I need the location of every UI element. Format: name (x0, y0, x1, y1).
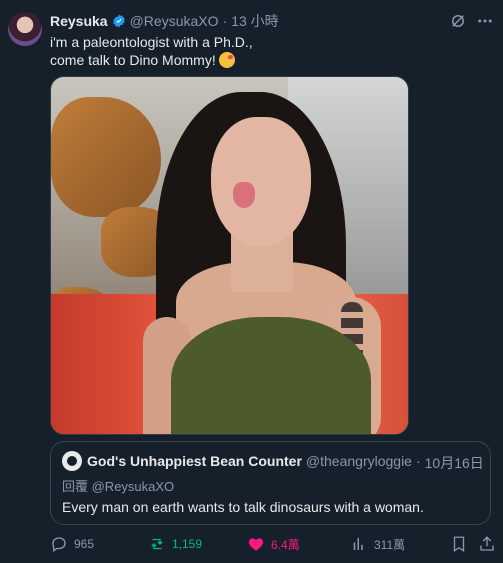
action-bar: 965 1,159 6.4萬 311萬 (50, 535, 495, 555)
quoted-handle[interactable]: @theangryloggie (306, 453, 412, 473)
bookmark-icon (453, 536, 465, 553)
quoted-tweet[interactable]: God's Unhappiest Bean Counter @theangryl… (50, 441, 491, 525)
views-count: 311萬 (374, 537, 406, 552)
fossil-skull-1 (51, 97, 161, 217)
handle[interactable]: @ReysukaXO (130, 13, 219, 29)
person-face (211, 117, 311, 247)
tweet-photo[interactable] (50, 76, 409, 435)
analytics-icon (353, 538, 363, 550)
reply-count: 965 (74, 537, 95, 551)
reply-button[interactable]: 965 (50, 535, 94, 553)
like-count: 6.4萬 (271, 537, 300, 552)
tweet: Reysuka @ReysukaXO · 13 小時 i'm a paleont… (0, 0, 503, 563)
person-tongue (233, 182, 255, 208)
quoted-header: God's Unhappiest Bean Counter @theangryl… (87, 453, 484, 473)
quoted-reply-to[interactable]: 回覆 @ReysukaXO (62, 476, 174, 495)
separator: · (222, 13, 228, 29)
quoted-separator: · (415, 453, 421, 469)
timestamp[interactable]: 13 小時 (231, 11, 278, 31)
retweet-count: 1,159 (172, 537, 203, 551)
tweet-text-line2-content: come talk to Dino Mommy! (50, 52, 216, 68)
tweet-text-line1: i'm a paleontologist with a Ph.D., (50, 34, 253, 50)
grok-icon[interactable] (449, 12, 467, 30)
quoted-text: Every man on earth wants to talk dinosau… (62, 499, 424, 515)
tweet-text-line2: come talk to Dino Mommy! (50, 51, 470, 69)
views-button[interactable]: 311萬 (350, 535, 405, 553)
quoted-date[interactable]: 10月16日 (425, 453, 484, 473)
more-options-icon[interactable] (475, 12, 495, 30)
kissing-face-emoji-icon (218, 52, 235, 68)
quoted-display-name[interactable]: God's Unhappiest Bean Counter (87, 453, 302, 473)
like-button[interactable]: 6.4萬 (247, 535, 300, 553)
quoted-avatar[interactable] (62, 451, 82, 471)
display-name[interactable]: Reysuka (50, 13, 108, 29)
reply-icon (52, 537, 66, 553)
retweet-icon (151, 538, 163, 550)
share-button[interactable] (478, 535, 496, 553)
avatar[interactable] (8, 12, 42, 46)
retweet-button[interactable]: 1,159 (148, 535, 202, 553)
verified-badge-icon (112, 14, 126, 28)
tweet-text: i'm a paleontologist with a Ph.D., come … (50, 33, 470, 69)
person-green-top (171, 317, 371, 434)
bookmark-button[interactable] (450, 535, 468, 553)
share-icon (480, 536, 494, 551)
tweet-header: Reysuka @ReysukaXO · 13 小時 (50, 12, 463, 30)
heart-icon (248, 538, 264, 551)
